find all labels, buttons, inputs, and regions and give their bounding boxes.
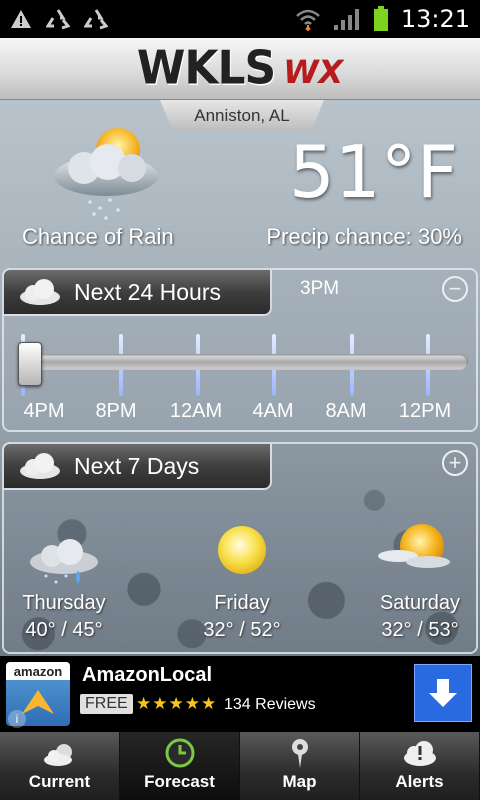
logo-main-text: WKLS: [136, 41, 276, 96]
forecast-day[interactable]: Thursday 40° / 45°: [14, 592, 114, 642]
cloud-icon: [20, 279, 60, 305]
day-name: Thursday: [22, 592, 106, 614]
current-condition: Chance of Rain: [22, 224, 174, 249]
tick-label: 12PM: [398, 400, 452, 422]
rain-cloud-sun-icon: [54, 128, 158, 220]
day-temps: 40° / 45°: [25, 619, 103, 641]
ad-rating-stars: ★★★★★: [136, 694, 218, 713]
signal-icon: [333, 9, 359, 30]
status-time: 13:21: [400, 5, 470, 33]
app-header: WKLS WX: [0, 38, 480, 100]
precip-chance: Precip chance: 30%: [266, 224, 462, 249]
expand-button[interactable]: +: [442, 450, 468, 476]
next-24-hours-title: Next 24 Hours: [74, 278, 222, 305]
nav-alerts[interactable]: Alerts: [360, 732, 480, 800]
next-7-days-panel: Next 7 Days + Thursday 40° / 45° Friday …: [2, 442, 478, 654]
ad-price-badge: FREE: [80, 694, 133, 714]
collapse-button[interactable]: −: [442, 276, 468, 302]
nav-label: Map: [282, 772, 317, 791]
clock-icon: [165, 738, 194, 768]
status-bar: 13:21: [0, 0, 480, 38]
warning-icon: [11, 10, 31, 28]
download-arrow-icon: [429, 679, 457, 707]
hour-slider-thumb[interactable]: [18, 342, 42, 386]
next-24-hours-panel: Next 24 Hours 3PM − 4PM 8PM 12AM 4AM 8AM…: [2, 268, 478, 432]
sun-icon[interactable]: [212, 520, 272, 580]
next-7-days-tab[interactable]: Next 7 Days: [2, 442, 272, 490]
app-logo: WKLS WX: [136, 41, 344, 96]
current-temperature: 51°F: [288, 130, 458, 214]
rain-cloud-icon[interactable]: [26, 536, 106, 596]
cloud-sun-icon: [43, 744, 72, 766]
day-temps: 32° / 52°: [203, 619, 281, 641]
tick-label: 4PM: [23, 400, 65, 422]
wifi-icon: [295, 9, 320, 31]
nav-label: Current: [28, 772, 91, 791]
alert-cloud-icon: [403, 741, 436, 766]
cloud-icon: [20, 453, 60, 479]
forecast-day[interactable]: Saturday 32° / 53°: [370, 592, 470, 642]
nav-label: Alerts: [395, 772, 444, 791]
ad-info-icon[interactable]: i: [8, 710, 26, 728]
day-temps: 32° / 53°: [381, 619, 459, 641]
day-name: Friday: [214, 592, 270, 614]
recycle-icon: [84, 9, 108, 30]
nav-forecast[interactable]: Forecast: [120, 732, 240, 800]
nav-current[interactable]: Current: [0, 732, 120, 800]
tick-label: 8AM: [325, 400, 367, 422]
map-pin-icon: [291, 739, 308, 768]
logo-sub-text: WX: [283, 53, 344, 91]
location-selector[interactable]: Anniston, AL: [160, 100, 324, 132]
recycle-icon: [46, 9, 70, 30]
selected-time-label: 3PM: [300, 278, 340, 299]
next-24-hours-tab[interactable]: Next 24 Hours: [2, 268, 272, 316]
hour-slider-track[interactable]: [20, 354, 468, 370]
bottom-nav: Current Forecast Map Alerts: [0, 732, 480, 800]
tick-label: 8PM: [95, 400, 137, 422]
day-name: Saturday: [379, 592, 461, 614]
amazon-logo-text: amazon: [6, 662, 70, 680]
ad-reviews: 134 Reviews: [224, 696, 316, 713]
tick-label: 4AM: [252, 400, 294, 422]
nav-map[interactable]: Map: [240, 732, 360, 800]
download-button[interactable]: [414, 664, 472, 722]
battery-icon: [373, 6, 388, 31]
nav-label: Forecast: [144, 772, 215, 791]
ad-title: AmazonLocal: [82, 664, 213, 686]
forecast-day[interactable]: Friday 32° / 52°: [192, 592, 292, 642]
tick-label: 12AM: [169, 400, 223, 422]
partly-sunny-icon[interactable]: [376, 520, 456, 580]
ad-banner[interactable]: amazon i AmazonLocal FREE ★★★★★ 134 Revi…: [0, 656, 480, 732]
next-7-days-title: Next 7 Days: [74, 452, 200, 479]
